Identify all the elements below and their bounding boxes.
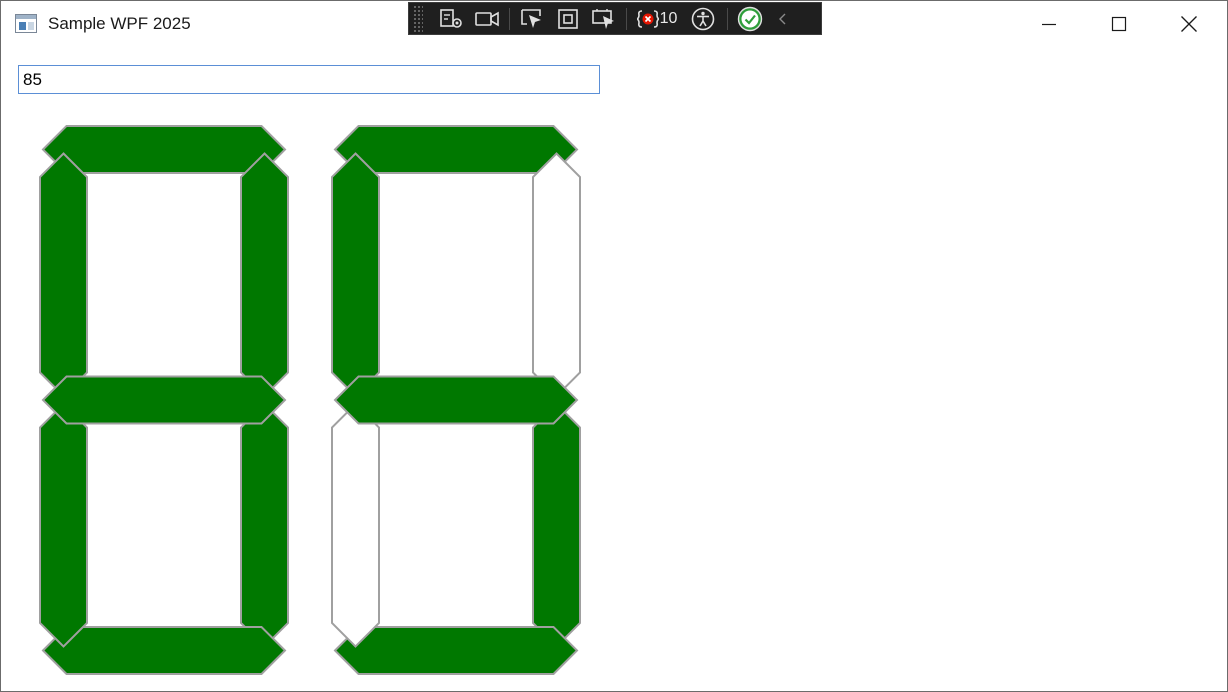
toolbar-separator	[509, 7, 510, 30]
segment-g-on	[333, 375, 579, 425]
hot-reload-ok-icon	[737, 6, 763, 31]
segment-f-on	[331, 152, 380, 398]
segment-f-on	[39, 152, 88, 398]
segment-a-on	[41, 125, 287, 174]
display-layout-adorners-icon	[558, 8, 578, 29]
maximize-button[interactable]	[1084, 1, 1154, 47]
segment-a-on	[333, 125, 579, 174]
live-visual-tree-icon	[440, 8, 462, 28]
accessibility-icon	[691, 7, 715, 30]
record-camera-icon	[475, 11, 499, 26]
toolbar-grip[interactable]	[413, 4, 423, 33]
xaml-debug-toolbar: 10	[408, 2, 822, 35]
binding-failures-button[interactable]: 10	[631, 2, 683, 35]
segment-c-on	[240, 402, 289, 648]
collapse-toolbar-button[interactable]	[768, 2, 798, 35]
track-focus-icon	[592, 8, 614, 29]
segment-b-off	[532, 152, 581, 398]
segment-b-on	[240, 152, 289, 398]
segment-e-on	[39, 402, 88, 648]
minimize-icon	[1042, 23, 1056, 26]
window-title: Sample WPF 2025	[48, 14, 191, 33]
binding-failures-count: 10	[659, 9, 678, 27]
toolbar-separator	[626, 7, 627, 30]
maximize-icon	[1111, 16, 1127, 32]
digit-1	[39, 125, 289, 675]
segment-d-on	[41, 626, 287, 675]
collapse-chevron-icon	[779, 13, 786, 24]
segment-c-on	[532, 402, 581, 648]
seven-segment-display	[37, 125, 583, 677]
segment-d-on	[333, 626, 579, 675]
close-icon	[1181, 16, 1197, 32]
app-icon	[15, 14, 37, 33]
toolbar-separator	[727, 7, 728, 30]
track-focused-element-button[interactable]	[586, 2, 622, 35]
app-window: Sample WPF 2025 10 85	[0, 0, 1228, 692]
number-input[interactable]	[18, 65, 600, 94]
segment-g-on	[41, 375, 287, 425]
display-layout-adorners-button[interactable]	[550, 2, 586, 35]
binding-failures-icon	[636, 9, 659, 28]
hot-reload-status-button[interactable]	[732, 2, 768, 35]
close-button[interactable]	[1154, 1, 1224, 47]
select-element-button[interactable]	[514, 2, 550, 35]
segment-e-off	[331, 402, 380, 648]
seven-segment-canvas	[39, 125, 581, 675]
accessibility-checker-button[interactable]	[683, 2, 723, 35]
go-to-live-visual-tree-button[interactable]	[433, 2, 469, 35]
digit-2	[331, 125, 581, 675]
minimize-button[interactable]	[1014, 1, 1084, 47]
in-app-selection-record-button[interactable]	[469, 2, 505, 35]
select-element-icon	[521, 8, 541, 28]
